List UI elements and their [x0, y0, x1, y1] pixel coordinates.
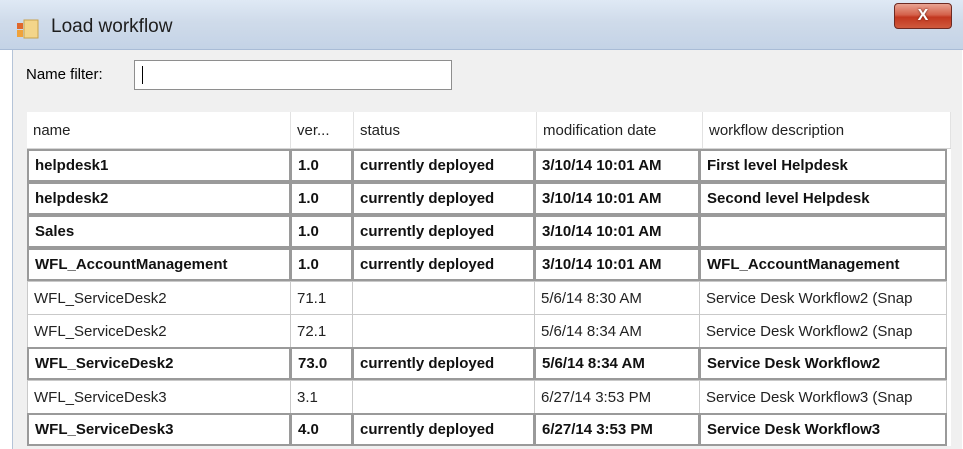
table-body: helpdesk1 1.0 currently deployed 3/10/14 10… — [27, 149, 951, 446]
cell-name: WFL_ServiceDesk2 — [27, 314, 291, 348]
cell-description: WFL_AccountManagement — [699, 248, 947, 281]
cell-version: 3.1 — [290, 380, 353, 414]
cell-name: Sales — [27, 215, 291, 248]
cell-name: helpdesk1 — [27, 149, 291, 182]
table-row[interactable]: WFL_ServiceDesk3 4.0 currently deployed 6/2… — [27, 413, 951, 446]
table-row[interactable]: WFL_AccountManagement 1.0 currently deploy… — [27, 248, 951, 281]
cell-status — [352, 281, 535, 315]
window-title: Load workflow — [51, 16, 173, 37]
table-row[interactable]: WFL_ServiceDesk2 71.1 5/6/14 8:30 AM Servic… — [27, 281, 951, 315]
cell-version: 1.0 — [290, 248, 353, 281]
cell-version: 1.0 — [290, 182, 353, 215]
cell-status: currently deployed — [352, 347, 535, 380]
dialog-body: Name filter: name ver... status modifica… — [12, 50, 962, 449]
column-header-status[interactable]: status — [354, 112, 537, 148]
column-header-description[interactable]: workflow description — [703, 112, 951, 148]
cell-version: 4.0 — [290, 413, 353, 446]
cell-description: Second level Helpdesk — [699, 182, 947, 215]
cell-status: currently deployed — [352, 248, 535, 281]
close-icon: X — [917, 7, 929, 24]
cell-name: WFL_ServiceDesk3 — [27, 380, 291, 414]
cell-description: Service Desk Workflow3 — [699, 413, 947, 446]
workflow-app-icon — [17, 19, 39, 39]
cell-version: 71.1 — [290, 281, 353, 315]
cell-modification-date: 3/10/14 10:01 AM — [534, 149, 700, 182]
cell-status: currently deployed — [352, 215, 535, 248]
name-filter-label: Name filter: — [26, 66, 103, 83]
cell-name: WFL_ServiceDesk3 — [27, 413, 291, 446]
cell-status — [352, 380, 535, 414]
table-row[interactable]: helpdesk2 1.0 currently deployed 3/10/14 10… — [27, 182, 951, 215]
cell-version: 1.0 — [290, 149, 353, 182]
close-button[interactable]: X — [894, 3, 952, 29]
cell-description: Service Desk Workflow2 (Snap — [699, 314, 947, 348]
name-filter-input[interactable] — [134, 60, 452, 90]
table-row[interactable]: helpdesk1 1.0 currently deployed 3/10/14 10… — [27, 149, 951, 182]
cell-status: currently deployed — [352, 182, 535, 215]
cell-modification-date: 5/6/14 8:30 AM — [534, 281, 700, 315]
cell-description: Service Desk Workflow3 (Snap — [699, 380, 947, 414]
cell-modification-date: 3/10/14 10:01 AM — [534, 248, 700, 281]
table-row[interactable]: WFL_ServiceDesk2 72.1 5/6/14 8:34 AM Servic… — [27, 314, 951, 348]
cell-version: 73.0 — [290, 347, 353, 380]
cell-version: 72.1 — [290, 314, 353, 348]
table-row[interactable]: WFL_ServiceDesk2 73.0 currently deployed 5/… — [27, 347, 951, 380]
cell-version: 1.0 — [290, 215, 353, 248]
cell-name: helpdesk2 — [27, 182, 291, 215]
text-caret — [142, 66, 143, 84]
cell-name: WFL_ServiceDesk2 — [27, 347, 291, 380]
cell-description: Service Desk Workflow2 (Snap — [699, 281, 947, 315]
cell-modification-date: 5/6/14 8:34 AM — [534, 314, 700, 348]
cell-modification-date: 3/10/14 10:01 AM — [534, 215, 700, 248]
title-bar[interactable]: Load workflow X — [0, 0, 963, 50]
column-header-name[interactable]: name — [27, 112, 291, 148]
table-row[interactable]: Sales 1.0 currently deployed 3/10/14 10:01 … — [27, 215, 951, 248]
cell-status: currently deployed — [352, 149, 535, 182]
cell-name: WFL_ServiceDesk2 — [27, 281, 291, 315]
column-header-modification-date[interactable]: modification date — [537, 112, 703, 148]
cell-description: First level Helpdesk — [699, 149, 947, 182]
column-header-version[interactable]: ver... — [291, 112, 354, 148]
cell-status — [352, 314, 535, 348]
cell-name: WFL_AccountManagement — [27, 248, 291, 281]
cell-modification-date: 6/27/14 3:53 PM — [534, 413, 700, 446]
table-row[interactable]: WFL_ServiceDesk3 3.1 6/27/14 3:53 PM Servic… — [27, 380, 951, 414]
cell-description: Service Desk Workflow2 — [699, 347, 947, 380]
cell-modification-date: 3/10/14 10:01 AM — [534, 182, 700, 215]
table-header: name ver... status modification date wor… — [27, 112, 951, 149]
cell-modification-date: 6/27/14 3:53 PM — [534, 380, 700, 414]
cell-description — [699, 215, 947, 248]
workflow-table[interactable]: name ver... status modification date wor… — [27, 112, 951, 446]
cell-status: currently deployed — [352, 413, 535, 446]
cell-modification-date: 5/6/14 8:34 AM — [534, 347, 700, 380]
